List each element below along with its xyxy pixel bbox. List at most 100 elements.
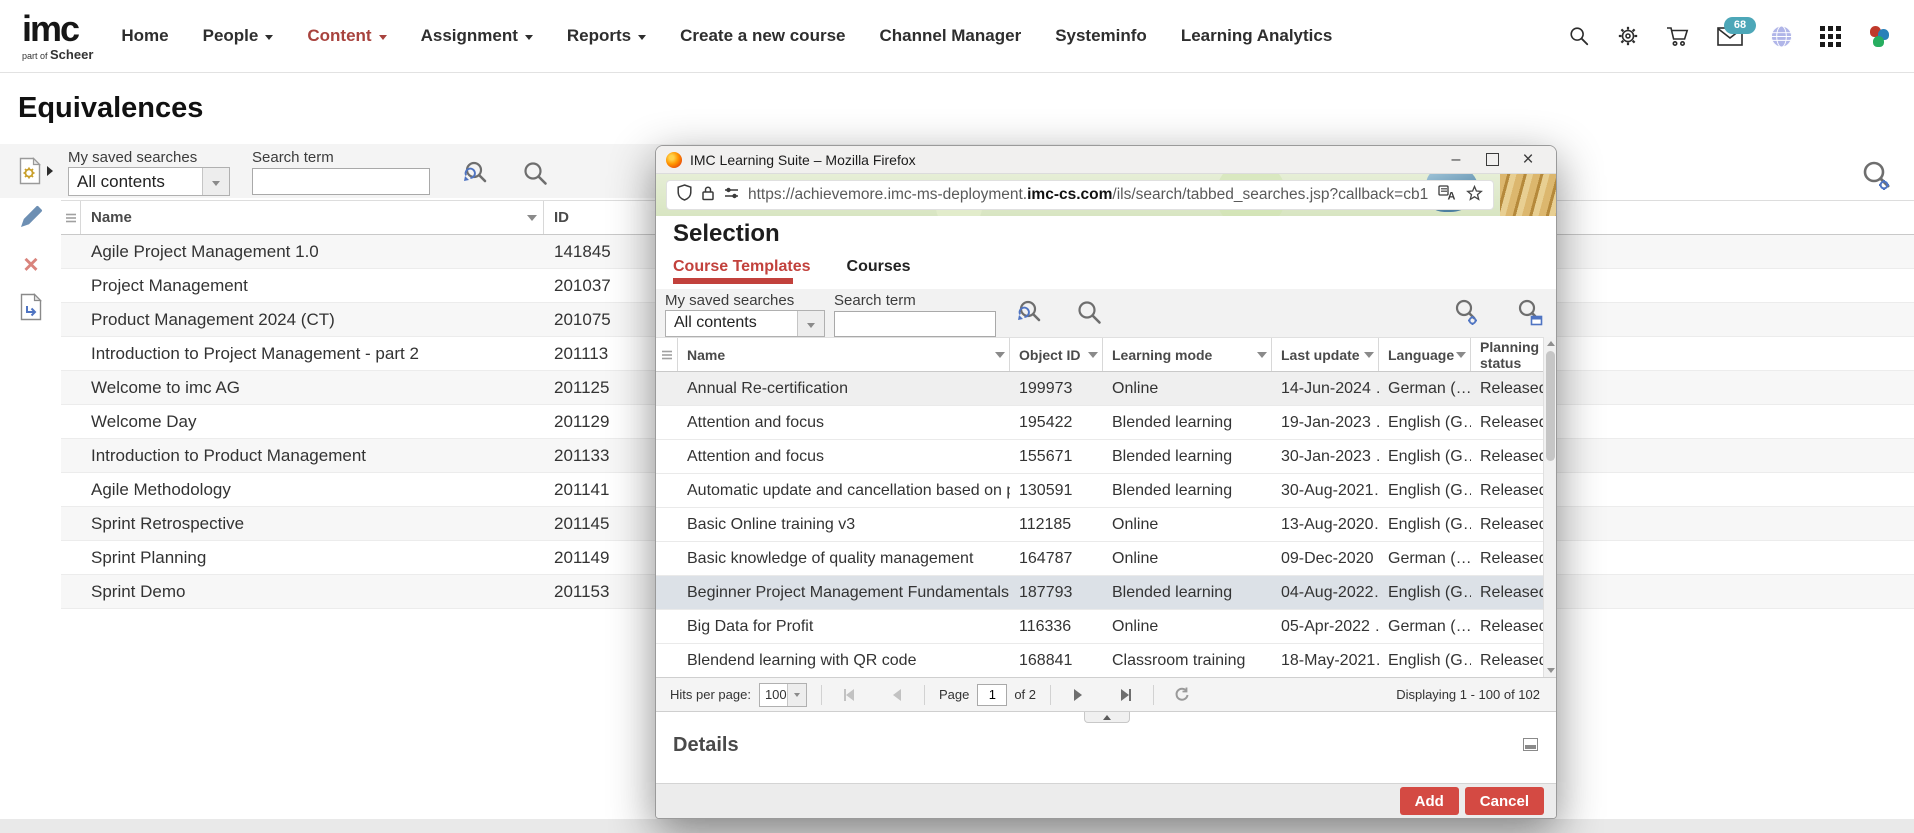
column-header-name[interactable]: Name xyxy=(678,338,1010,371)
column-menu-icon[interactable] xyxy=(1456,352,1466,358)
course-template-row[interactable]: Automatic update and cancellation based … xyxy=(656,474,1556,508)
lock-icon[interactable] xyxy=(701,185,715,206)
hits-per-page-select[interactable]: 100 xyxy=(759,683,807,707)
left-action-rail: × xyxy=(13,204,49,326)
close-button[interactable]: × xyxy=(1510,148,1546,172)
firefox-titlebar[interactable]: IMC Learning Suite – Mozilla Firefox – × xyxy=(656,146,1556,174)
advanced-search-icon[interactable] xyxy=(1858,158,1894,199)
saved-searches-select[interactable]: All contents xyxy=(665,310,825,337)
column-menu-icon[interactable] xyxy=(1257,352,1267,358)
add-button[interactable]: Add xyxy=(1400,787,1459,815)
bookmark-star-icon[interactable] xyxy=(1466,185,1483,206)
permissions-icon[interactable] xyxy=(724,186,739,205)
saved-searches-select[interactable]: All contents xyxy=(68,167,230,196)
chevron-down-icon xyxy=(525,35,533,40)
column-header-last-update[interactable]: Last update xyxy=(1272,338,1379,371)
page-number-input[interactable] xyxy=(977,684,1007,706)
column-header-planning-status[interactable]: Planning status xyxy=(1471,338,1543,371)
details-splitter-handle[interactable] xyxy=(1084,712,1130,723)
search-term-input[interactable] xyxy=(252,168,430,195)
previous-page-button[interactable] xyxy=(884,684,910,706)
page-label: Page xyxy=(939,687,969,702)
vertical-scrollbar[interactable] xyxy=(1543,337,1556,677)
main-menu: Home People Content Assignment xyxy=(121,26,1332,46)
expand-right-icon[interactable] xyxy=(47,166,53,176)
course-template-row[interactable]: Attention and focus 195422 Blended learn… xyxy=(656,406,1556,440)
column-header-object-id[interactable]: Object ID xyxy=(1010,338,1103,371)
search-result-view-icon[interactable] xyxy=(1514,298,1544,328)
column-header-name[interactable]: Name xyxy=(81,201,544,234)
column-menu-icon[interactable] xyxy=(995,352,1005,358)
tab[interactable]: Courses xyxy=(847,258,911,276)
column-menu-icon[interactable] xyxy=(1088,352,1098,358)
menu-item[interactable]: Channel Manager xyxy=(879,26,1021,46)
select-arrow xyxy=(202,168,229,195)
first-page-button[interactable] xyxy=(836,684,862,706)
url-field[interactable]: https://achievemore.imc-ms-deployment.im… xyxy=(666,180,1494,210)
collapse-panel-icon[interactable] xyxy=(1523,738,1538,751)
menu-item[interactable]: Learning Analytics xyxy=(1181,26,1332,46)
displaying-count-label: Displaying 1 - 100 of 102 xyxy=(1396,687,1540,702)
saved-searches-label: My saved searches xyxy=(68,149,197,166)
refresh-results-icon[interactable] xyxy=(1168,684,1194,706)
column-handle-icon[interactable] xyxy=(656,338,678,371)
menu-item[interactable]: Systeminfo xyxy=(1055,26,1147,46)
page-of-label: of 2 xyxy=(1014,687,1036,702)
reset-search-icon[interactable] xyxy=(460,159,490,189)
imc-logo[interactable]: imc part of Scheer xyxy=(22,11,93,61)
minimize-button[interactable]: – xyxy=(1438,148,1474,172)
course-template-row[interactable]: Attention and focus 155671 Blended learn… xyxy=(656,440,1556,474)
search-settings-icon[interactable] xyxy=(1451,298,1481,328)
menu-item[interactable]: People xyxy=(203,26,274,46)
menu-item[interactable]: Assignment xyxy=(421,26,533,46)
new-saved-search-icon[interactable] xyxy=(18,157,42,185)
mail-icon[interactable]: 68 xyxy=(1717,27,1743,46)
settings-gear-icon[interactable] xyxy=(1617,25,1639,47)
edit-pencil-icon[interactable] xyxy=(18,204,44,235)
imc-apps-icon[interactable] xyxy=(1868,25,1890,47)
reset-search-icon[interactable] xyxy=(1014,298,1044,328)
maximize-button[interactable] xyxy=(1474,148,1510,172)
top-icon-bar: 68 xyxy=(1568,0,1890,72)
scroll-up-icon[interactable] xyxy=(1547,341,1555,346)
course-template-row[interactable]: Basic knowledge of quality management 16… xyxy=(656,542,1556,576)
search-submit-icon[interactable] xyxy=(520,159,550,189)
column-header-language[interactable]: Language xyxy=(1379,338,1471,371)
column-menu-icon[interactable] xyxy=(527,215,537,221)
menu-item[interactable]: Content xyxy=(307,26,386,46)
profile-globe-avatar[interactable] xyxy=(1770,25,1793,48)
scroll-down-icon[interactable] xyxy=(1547,668,1555,673)
shield-icon[interactable] xyxy=(677,184,692,206)
last-page-button[interactable] xyxy=(1113,684,1139,706)
menu-item[interactable]: Home xyxy=(121,26,168,46)
course-template-row[interactable]: Big Data for Profit 116336 Online 05-Apr… xyxy=(656,610,1556,644)
table-body: Annual Re-certification 199973 Online 14… xyxy=(656,372,1556,677)
course-template-row[interactable]: Blendend learning with QR code 168841 Cl… xyxy=(656,644,1556,677)
scrollbar-thumb[interactable] xyxy=(1546,351,1555,461)
saved-searches-label: My saved searches xyxy=(665,292,794,309)
column-menu-icon[interactable] xyxy=(1364,352,1374,358)
delete-x-icon[interactable]: × xyxy=(23,253,38,275)
menu-item[interactable]: Reports xyxy=(567,26,646,46)
search-icon[interactable] xyxy=(1568,25,1590,47)
mail-badge: 68 xyxy=(1724,17,1756,34)
search-submit-icon[interactable] xyxy=(1074,298,1104,328)
column-handle-icon[interactable] xyxy=(61,201,81,234)
firefox-icon xyxy=(666,152,682,168)
app-grid-icon[interactable] xyxy=(1820,26,1841,47)
export-document-icon[interactable] xyxy=(19,293,43,326)
cancel-button[interactable]: Cancel xyxy=(1465,787,1544,815)
cart-icon[interactable] xyxy=(1666,25,1690,47)
menu-item[interactable]: Create a new course xyxy=(680,26,845,46)
column-header-learning-mode[interactable]: Learning mode xyxy=(1103,338,1272,371)
app-root: imc part of Scheer Home People Content xyxy=(0,0,1914,833)
next-page-button[interactable] xyxy=(1065,684,1091,706)
pagination-bar: Hits per page: 100 Page of 2 xyxy=(656,677,1556,712)
search-term-input[interactable] xyxy=(834,311,996,337)
popup-content: Selection Course Templates Courses My sa… xyxy=(656,216,1556,818)
course-template-row[interactable]: Basic Online training v3 112185 Online 1… xyxy=(656,508,1556,542)
translate-icon[interactable]: A xyxy=(1438,185,1457,205)
tab[interactable]: Course Templates xyxy=(673,258,811,276)
course-template-row[interactable]: Beginner Project Management Fundamentals… xyxy=(656,576,1556,610)
course-template-row[interactable]: Annual Re-certification 199973 Online 14… xyxy=(656,372,1556,406)
